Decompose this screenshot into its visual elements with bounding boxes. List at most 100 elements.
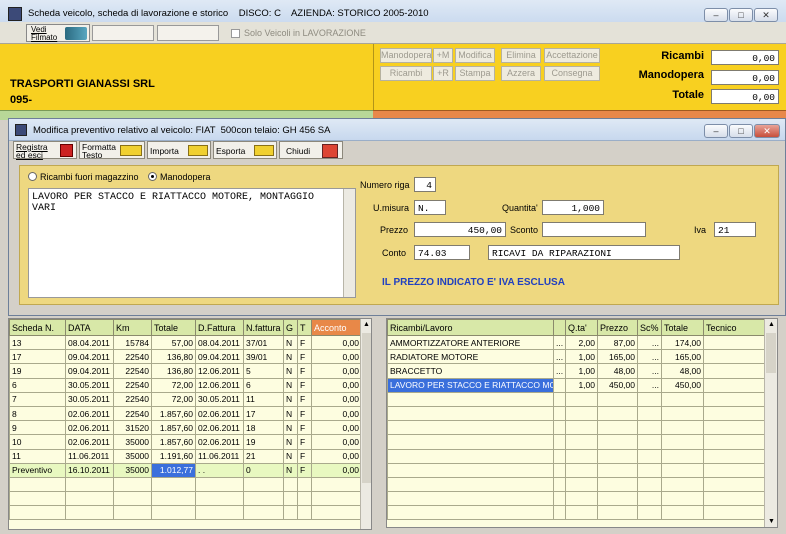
table-row[interactable]: 17 09.04.2011 22540 136,80 09.04.2011 39/01 N F… [9, 349, 362, 365]
table-cell: ... [637, 377, 662, 393]
ricambi-column-header[interactable] [553, 319, 566, 336]
table-row[interactable]: Preventivo 16.10.2011 35000 1.012,77. .0NF0… [9, 462, 362, 478]
ricambi-column-header[interactable]: Q.ta' [565, 319, 598, 336]
table-row[interactable] [387, 405, 766, 422]
table-row[interactable]: LAVORO PER STACCO E RIATTACCO MO... 1,00 4… [387, 377, 766, 393]
table-cell [565, 405, 598, 422]
numero-riga-field[interactable]: 4 [414, 177, 436, 192]
schede-column-header[interactable]: T [297, 319, 312, 336]
main-maximize-button[interactable]: □ [729, 8, 753, 22]
registra-button[interactable]: Registra ed esci [13, 141, 77, 159]
umisura-field[interactable]: N. [414, 200, 446, 215]
chiudi-button[interactable]: Chiudi [279, 141, 343, 159]
table-row[interactable] [387, 434, 766, 450]
ricambi-column-header[interactable]: Totale [661, 319, 704, 336]
description-textarea[interactable]: LAVORO PER STACCO E RIATTACCO MOTORE, MO… [28, 188, 356, 298]
radio-manodopera[interactable] [148, 172, 157, 181]
table-row[interactable]: 13 08.04.2011 15784 57,00 08.04.2011 37/01 N F 0… [9, 334, 362, 351]
table-row[interactable] [387, 448, 766, 464]
conto-field[interactable]: 74.03 [414, 245, 470, 260]
formatta-button[interactable]: Formatta Testo [79, 141, 145, 159]
consegna-button[interactable]: Consegna [544, 66, 600, 81]
table-row[interactable]: 6 30.05.2011 22540 72,00 12.06.2011 6 N F 0,00 [9, 377, 362, 393]
table-row[interactable] [387, 476, 766, 493]
sconto-field[interactable] [542, 222, 646, 237]
left-grid-scrollbar[interactable]: ▲ [360, 319, 371, 529]
radio-ricambi[interactable] [28, 172, 37, 181]
vehicle-code: 095- [10, 94, 33, 106]
table-cell: 30.05.2011 [195, 391, 244, 407]
schede-column-header[interactable]: Totale [151, 319, 196, 336]
table-row[interactable]: 7 30.05.2011 22540 72,00 30.05.2011 11 N F 0,00 [9, 391, 362, 407]
table-row[interactable]: AMMORTIZZATORE ANTERIORE... 2,00 87,00... 1… [387, 334, 766, 351]
quantita-field[interactable]: 1,000 [542, 200, 604, 215]
dialog-maximize-button[interactable]: □ [729, 124, 753, 138]
solo-veicoli-checkbox[interactable] [231, 29, 240, 38]
schede-column-header[interactable]: D.Fattura [195, 319, 244, 336]
table-row[interactable] [387, 462, 766, 478]
table-row[interactable]: 11 11.06.2011 35000 1.191,60 11.06.2011 21 N F 0… [9, 448, 362, 464]
add-ricambi-button[interactable]: +R [433, 66, 453, 81]
importa-button[interactable]: Importa [147, 141, 211, 159]
schede-column-header[interactable]: Scheda N. [9, 319, 66, 336]
schede-column-header[interactable]: N.fattura [243, 319, 284, 336]
manodopera-button[interactable]: Manodopera [380, 48, 432, 63]
table-cell [9, 491, 66, 507]
scroll-up-arrow-icon[interactable]: ▲ [363, 321, 370, 328]
ricambi-column-header[interactable]: Prezzo [597, 319, 638, 336]
vedi-filmato-button[interactable]: Vedi Filmato [26, 24, 90, 42]
table-row[interactable] [9, 505, 362, 521]
table-cell [661, 434, 704, 450]
accettazione-button[interactable]: Accettazione [544, 48, 600, 63]
scroll-down-arrow-icon[interactable]: ▼ [768, 518, 775, 525]
iva-field[interactable]: 21 [714, 222, 756, 237]
schede-column-header[interactable]: G [283, 319, 298, 336]
table-row[interactable]: 8 02.06.2011 22540 1.857,60 02.06.2011 17 N F 0,… [9, 405, 362, 422]
dialog-close-button[interactable]: ✕ [754, 124, 780, 138]
table-cell: 0,00 [311, 377, 362, 393]
ricambi-column-header[interactable]: Ricambi/Lavoro [387, 319, 554, 336]
modifica-button[interactable]: Modifica [455, 48, 495, 63]
ricambi-column-header[interactable]: Tecnico [703, 319, 766, 336]
dialog-minimize-button[interactable]: – [704, 124, 728, 138]
ricambi-button[interactable]: Ricambi [380, 66, 432, 81]
schede-column-header[interactable]: DATA [65, 319, 114, 336]
table-row[interactable]: 9 02.06.2011 31520 1.857,60 02.06.2011 18 N F 0,… [9, 420, 362, 436]
blank-field-2[interactable] [157, 25, 219, 41]
right-scroll-thumb[interactable] [766, 333, 776, 373]
ricambi-column-header[interactable]: Sc% [637, 319, 662, 336]
elimina-button[interactable]: Elimina [501, 48, 541, 63]
main-close-button[interactable]: ✕ [754, 8, 778, 22]
table-row[interactable] [387, 420, 766, 436]
table-row[interactable] [387, 491, 766, 507]
blank-field-1[interactable] [92, 25, 154, 41]
table-cell: 1.012,77 [151, 462, 196, 478]
table-cell: 09.04.2011 [195, 349, 244, 365]
table-row[interactable] [387, 391, 766, 407]
table-cell: F [297, 405, 312, 422]
main-minimize-button[interactable]: – [704, 8, 728, 22]
table-cell [637, 434, 662, 450]
table-cell: Preventivo [9, 462, 66, 478]
schede-column-header[interactable]: Acconto [311, 319, 362, 336]
left-scroll-thumb[interactable] [362, 333, 371, 483]
table-row[interactable]: RADIATORE MOTORE... 1,00 165,00... 165,00 [387, 349, 766, 365]
description-scrollbar[interactable] [343, 189, 355, 297]
right-grid-scrollbar[interactable]: ▲ ▼ [764, 319, 777, 527]
table-row[interactable] [9, 476, 362, 493]
table-row[interactable] [387, 505, 766, 521]
esporta-button[interactable]: Esporta [213, 141, 277, 159]
add-manodopera-button[interactable]: +M [433, 48, 453, 63]
schede-column-header[interactable]: Km [113, 319, 152, 336]
prezzo-field[interactable]: 450,00 [414, 222, 506, 237]
stampa-button[interactable]: Stampa [455, 66, 495, 81]
table-row[interactable]: 19 09.04.2011 22540 136,80 12.06.2011 5 N F 0,00 [9, 363, 362, 379]
table-row[interactable]: BRACCETTO... 1,00 48,00... 48,00 [387, 363, 766, 379]
scroll-up-arrow-icon[interactable]: ▲ [768, 321, 775, 328]
azzera-button[interactable]: Azzera [501, 66, 541, 81]
table-cell: F [297, 363, 312, 379]
table-row[interactable] [9, 491, 362, 507]
table-cell [553, 505, 566, 521]
schede-header-row: Scheda N. DATA Km Totale D.Fattura N.fattura G… [9, 319, 362, 336]
table-row[interactable]: 10 02.06.2011 35000 1.857,60 02.06.2011 19 N F 0… [9, 434, 362, 450]
